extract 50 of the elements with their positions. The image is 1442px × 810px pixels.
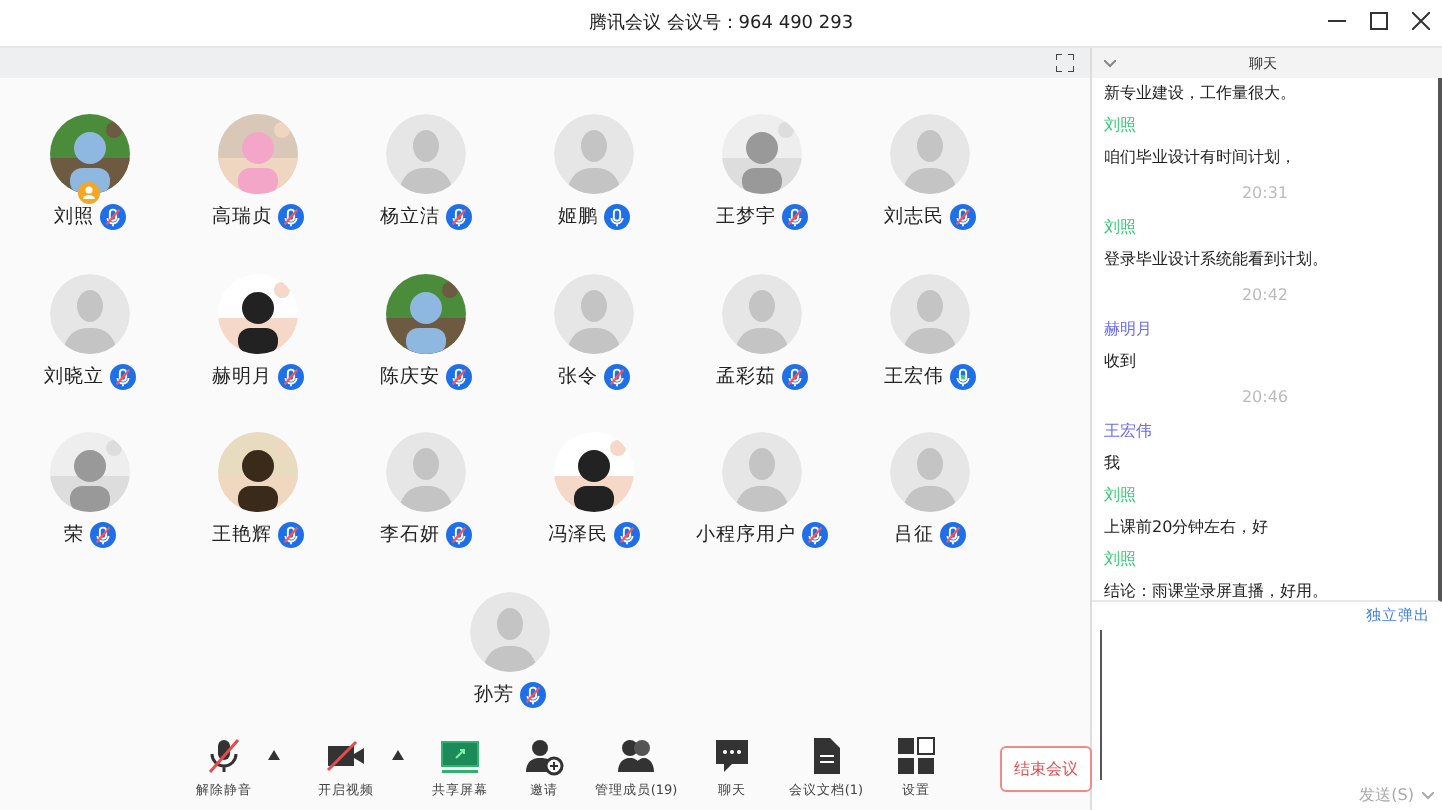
caret-icon[interactable] (268, 750, 280, 760)
message-time: 20:42 (1239, 284, 1291, 308)
sender-name: 刘照 (1104, 114, 1138, 138)
screen-share-icon (440, 736, 480, 776)
sender-name: 刘照 (1104, 548, 1138, 572)
chevron-down-icon[interactable] (1104, 59, 1116, 67)
participant-name: 姬鹏 (558, 204, 598, 230)
caret-icon[interactable] (392, 750, 404, 760)
participant-name: 王艳辉 (212, 522, 272, 548)
participant-name: 小程序用户 (696, 522, 796, 548)
message-text: 我 (1104, 452, 1122, 476)
participant-name: 赫明月 (212, 363, 272, 389)
participant-name: 张令 (558, 363, 598, 389)
sender-name: 刘照 (1104, 484, 1138, 508)
sender-name: 赫明月 (1104, 318, 1154, 342)
video-off-icon (326, 736, 366, 776)
muted-mic-icon (204, 736, 244, 776)
message-time: 20:46 (1239, 386, 1291, 410)
participant-name: 刘照 (54, 204, 94, 230)
participant-name: 陈庆安 (380, 363, 440, 389)
end-meeting-button[interactable]: 结束会议 (1000, 745, 1092, 791)
message-time: 20:31 (1239, 182, 1291, 206)
message-text: 结论：雨课堂录屏直播，好用。 (1104, 580, 1330, 600)
sender-name: 王宏伟 (1104, 420, 1154, 444)
participant-name: 王梦宇 (716, 204, 776, 230)
people-icon (616, 736, 656, 776)
window-title: 腾讯会议 会议号：964 490 293 (588, 11, 854, 36)
message-text: 上课前20分钟左右，好 (1104, 516, 1271, 540)
message-text: 登录毕业设计系统能看到计划。 (1104, 248, 1330, 272)
participant-name: 高瑞贞 (212, 204, 272, 230)
participant-name: 吕征 (894, 522, 934, 548)
participant-name: 刘晓立 (44, 363, 104, 389)
participant-name: 荣 (64, 522, 84, 548)
participant-name: 孟彩茹 (716, 363, 776, 389)
participant-name: 刘志民 (884, 204, 944, 230)
participant-name: 杨立洁 (380, 204, 440, 230)
message-text: 咱们毕业设计有时间计划， (1104, 146, 1298, 170)
chat-bubble-icon (712, 736, 752, 776)
add-person-icon (524, 736, 564, 776)
participant-name: 王宏伟 (884, 363, 944, 389)
participant-name: 李石妍 (380, 522, 440, 548)
participant-name: 冯泽民 (548, 522, 608, 548)
grid-icon (896, 736, 936, 776)
fullscreen-icon[interactable] (1056, 54, 1074, 72)
sender-name: 刘照 (1104, 216, 1138, 240)
participant-name: 孙芳 (474, 681, 514, 707)
close-icon[interactable] (1412, 12, 1430, 30)
message-text: 新专业建设，工作量很大。 (1104, 82, 1298, 106)
maximize-icon[interactable] (1370, 12, 1388, 30)
message-text: 收到 (1104, 350, 1138, 374)
